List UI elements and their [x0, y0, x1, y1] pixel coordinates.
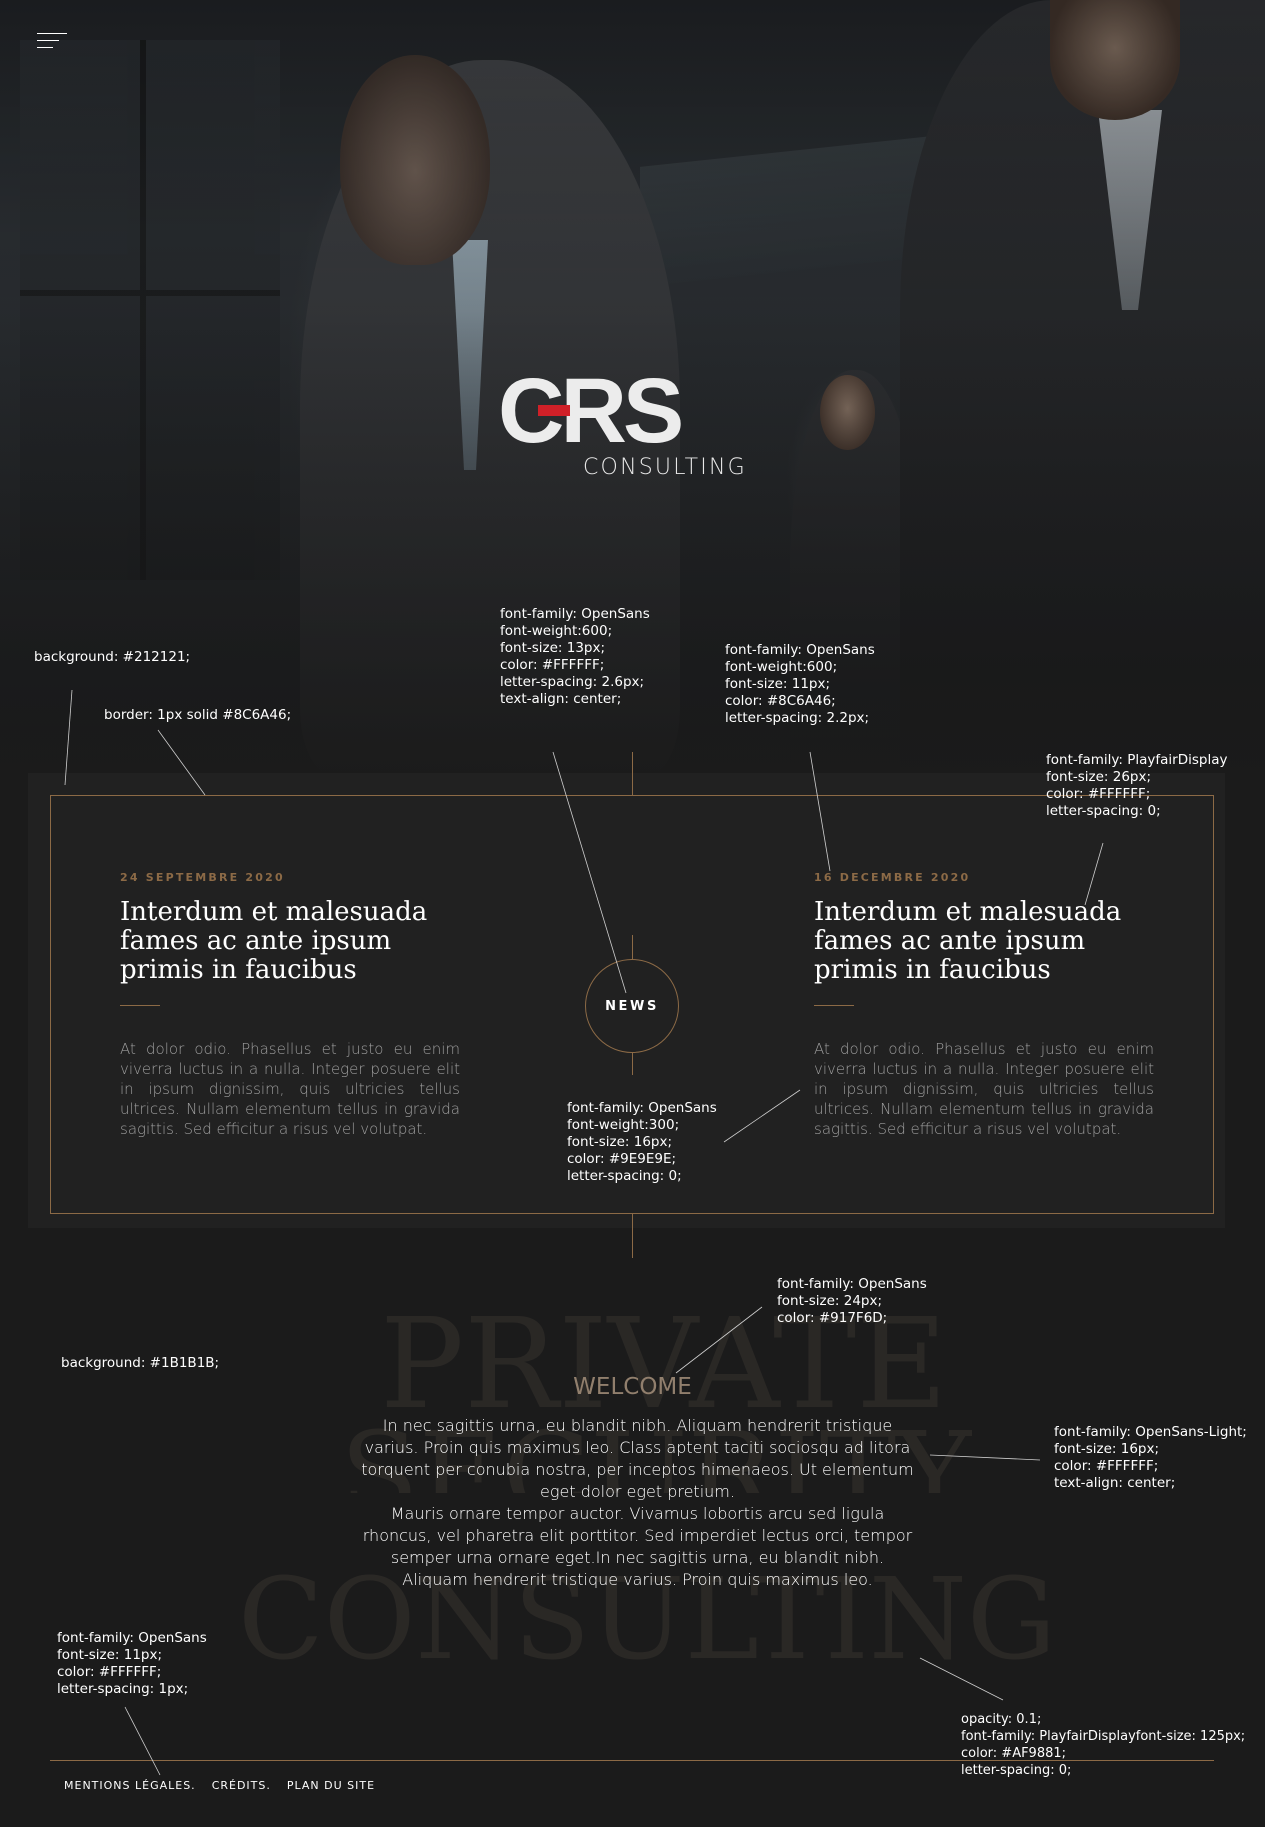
- article-divider: [120, 1005, 160, 1006]
- footer-link-sitemap[interactable]: PLAN DU SITE: [287, 1779, 375, 1792]
- logo-subtitle: CONSULTING: [583, 455, 747, 480]
- news-article[interactable]: 24 SEPTEMBRE 2020 Interdum et malesuada …: [120, 871, 460, 1139]
- annotation-footer: font-family: OpenSans font-size: 11px; c…: [57, 1630, 207, 1697]
- annotation-body: font-family: OpenSans font-weight:300; f…: [567, 1100, 717, 1184]
- intro-paragraph-2: Mauris ornare tempor auctor. Vivamus lob…: [362, 1504, 913, 1589]
- annotation-news-border: border: 1px solid #8C6A46;: [104, 707, 292, 723]
- annotation-date: font-family: OpenSans font-weight:600; f…: [725, 642, 875, 726]
- news-badge: NEWS: [585, 959, 679, 1053]
- footer-link-legal[interactable]: MENTIONS LÉGALES.: [64, 1779, 196, 1792]
- annotation-section-bg: background: #1B1B1B;: [61, 1355, 220, 1371]
- news-circle-connector-bottom: [632, 1053, 633, 1075]
- brand-logo[interactable]: CRS CONSULTING: [498, 365, 773, 485]
- article-date: 16 DECEMBRE 2020: [814, 871, 971, 884]
- news-article[interactable]: 16 DECEMBRE 2020 Interdum et malesuada f…: [814, 871, 1154, 1139]
- logo-accent-bar: [538, 405, 570, 416]
- welcome-heading: WELCOME: [573, 1374, 692, 1400]
- article-date: 24 SEPTEMBRE 2020: [120, 871, 285, 884]
- annotation-news-label: font-family: OpenSans font-weight:600; f…: [500, 606, 650, 707]
- footer-nav: MENTIONS LÉGALES. CRÉDITS. PLAN DU SITE: [64, 1779, 375, 1792]
- footer-link-credits[interactable]: CRÉDITS.: [212, 1779, 271, 1792]
- news-bottom-connector: [632, 1214, 633, 1258]
- annotation-welcome: font-family: OpenSans font-size: 24px; c…: [777, 1276, 927, 1326]
- logo-mark: CRS: [498, 360, 684, 462]
- article-title[interactable]: Interdum et malesuada fames ac ante ipsu…: [814, 898, 1154, 985]
- hamburger-menu-icon[interactable]: [37, 31, 67, 51]
- article-divider: [814, 1005, 854, 1006]
- annotation-news-bg: background: #212121;: [34, 649, 191, 665]
- article-body: At dolor odio. Phasellus et justo eu eni…: [120, 1040, 460, 1138]
- article-title[interactable]: Interdum et malesuada fames ac ante ipsu…: [120, 898, 460, 985]
- annotation-title: font-family: PlayfairDisplay font-size: …: [1046, 752, 1228, 819]
- article-body: At dolor odio. Phasellus et justo eu eni…: [814, 1040, 1154, 1138]
- news-top-connector: [632, 752, 633, 795]
- intro-paragraph-1: In nec sagittis urna, eu blandit nibh. A…: [361, 1416, 914, 1501]
- annotation-bg-word: opacity: 0.1; font-family: PlayfairDispl…: [961, 1712, 1246, 1778]
- annotation-paragraph: font-family: OpenSans-Light; font-size: …: [1054, 1424, 1247, 1491]
- news-circle-connector-top: [632, 935, 633, 959]
